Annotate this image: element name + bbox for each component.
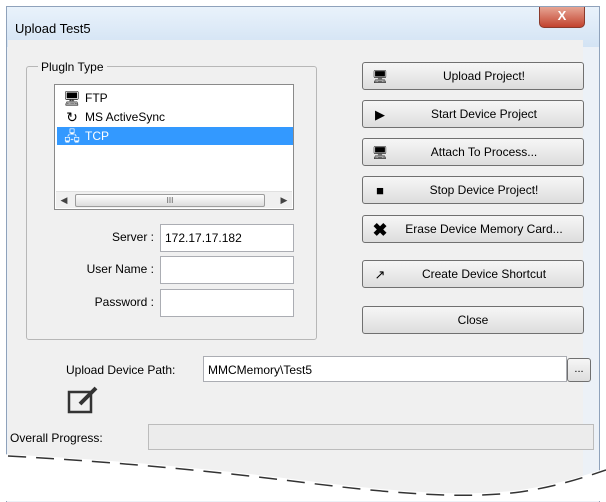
list-item-tcp[interactable]: 🖧 TCP xyxy=(57,127,293,145)
close-button[interactable]: Close xyxy=(362,306,584,334)
start-icon: ▶ xyxy=(375,107,385,122)
window-title: Upload Test5 xyxy=(15,21,91,36)
ftp-icon: 🖥 xyxy=(63,90,81,106)
network-icon: 🖧 xyxy=(64,128,80,144)
list-item-label: MS ActiveSync xyxy=(85,110,166,124)
browse-button[interactable]: ... xyxy=(567,358,591,382)
password-label: Password : xyxy=(94,295,154,309)
start-device-project-button[interactable]: ▶ Start Device Project xyxy=(362,100,584,128)
list-item-label: TCP xyxy=(85,129,109,143)
horizontal-scrollbar[interactable]: ◀ III ▶ xyxy=(56,191,292,208)
close-window-button[interactable]: X xyxy=(539,7,585,28)
upload-project-button[interactable]: 🖥 Upload Project! xyxy=(362,62,584,90)
password-input[interactable] xyxy=(160,289,294,317)
username-label: User Name : xyxy=(86,262,154,276)
erase-memory-card-button[interactable]: ✖ Erase Device Memory Card... xyxy=(362,215,584,243)
list-item-activesync[interactable]: ↻ MS ActiveSync xyxy=(57,108,293,126)
list-item-ftp[interactable]: 🖥 FTP xyxy=(57,89,293,107)
upload-path-input[interactable]: MMCMemory\Test5 xyxy=(203,356,567,382)
username-input[interactable] xyxy=(160,256,294,284)
shortcut-icon: ↗ xyxy=(374,267,386,282)
attach-to-process-button[interactable]: 🖥 Attach To Process... xyxy=(362,138,584,166)
stop-icon: ■ xyxy=(376,183,384,198)
scroll-left-icon[interactable]: ◀ xyxy=(56,192,72,208)
edit-icon xyxy=(67,386,98,414)
list-item-label: FTP xyxy=(85,91,108,105)
erase-icon: ✖ xyxy=(372,220,388,240)
create-shortcut-button[interactable]: ↗ Create Device Shortcut xyxy=(362,260,584,288)
sync-icon: ↻ xyxy=(66,109,78,125)
plugin-type-list[interactable]: 🖥 FTP ↻ MS ActiveSync 🖧 TCP ◀ III ▶ xyxy=(54,84,294,210)
torn-edge xyxy=(0,454,606,501)
server-label: Server : xyxy=(111,230,154,244)
attach-icon: 🖥 xyxy=(371,145,389,160)
upload-path-label: Upload Device Path: xyxy=(66,363,176,377)
server-input[interactable]: 172.17.17.182 xyxy=(160,224,294,252)
plugin-type-legend: Plugln Type xyxy=(38,60,107,74)
stop-device-project-button[interactable]: ■ Stop Device Project! xyxy=(362,176,584,204)
upload-icon: 🖥 xyxy=(371,69,389,84)
scroll-right-icon[interactable]: ▶ xyxy=(276,192,292,208)
scroll-thumb[interactable]: III xyxy=(75,194,265,207)
